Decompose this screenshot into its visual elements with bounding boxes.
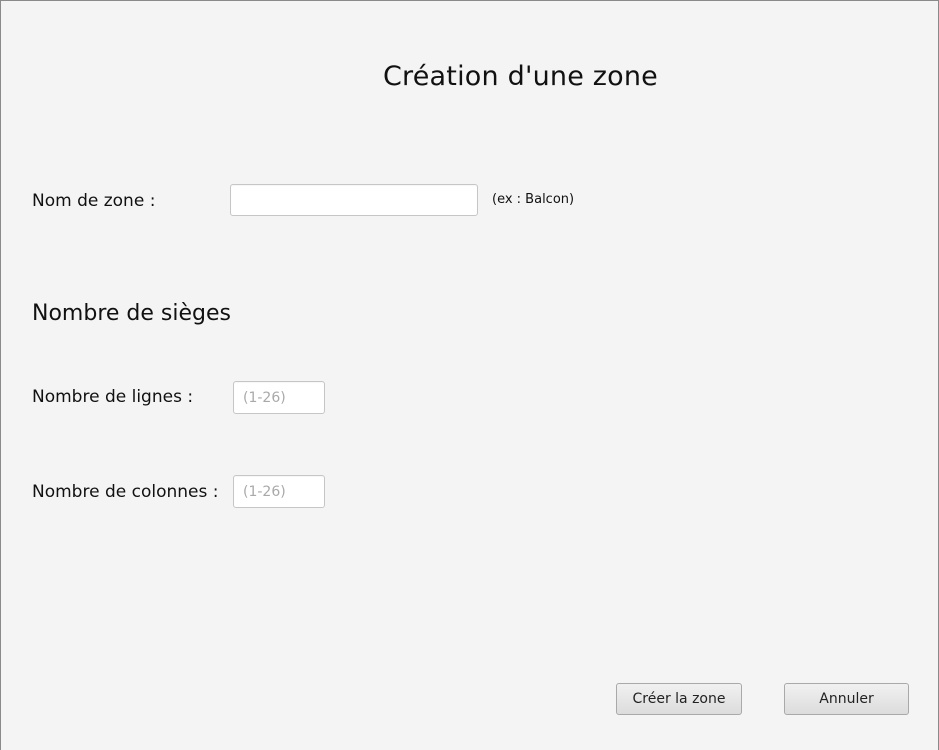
zone-name-input[interactable] xyxy=(230,184,478,216)
create-zone-dialog: Création d'une zone Nom de zone : (ex : … xyxy=(0,0,939,750)
columns-label: Nombre de colonnes : xyxy=(32,482,219,502)
seats-section-title: Nombre de sièges xyxy=(32,301,231,326)
columns-input[interactable] xyxy=(233,475,325,508)
rows-label: Nombre de lignes : xyxy=(32,387,194,407)
create-zone-button[interactable]: Créer la zone xyxy=(616,683,742,715)
zone-name-label: Nom de zone : xyxy=(32,191,156,211)
cancel-button[interactable]: Annuler xyxy=(784,683,909,715)
zone-name-hint: (ex : Balcon) xyxy=(492,192,575,207)
rows-input[interactable] xyxy=(233,381,325,414)
dialog-title: Création d'une zone xyxy=(382,61,658,92)
